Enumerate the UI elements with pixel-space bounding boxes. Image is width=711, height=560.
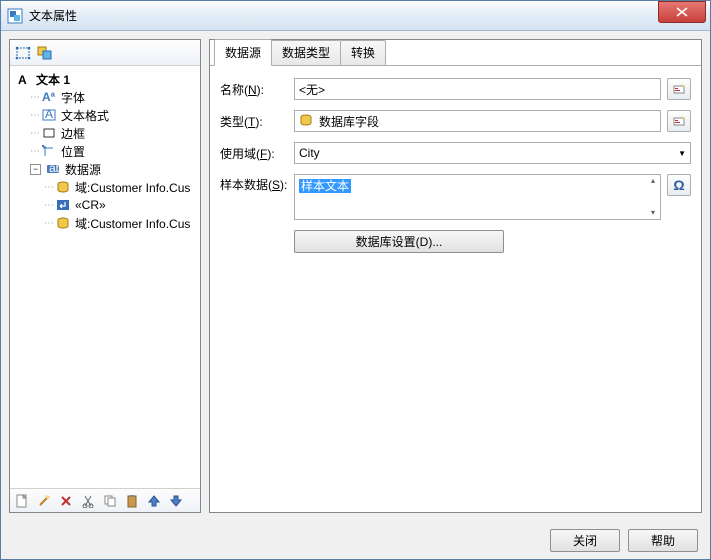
tab-datasource[interactable]: 数据源 [214, 39, 272, 66]
copy-icon[interactable] [102, 493, 118, 509]
tree-label: «CR» [75, 198, 106, 212]
db-icon [55, 216, 71, 230]
form: 名称(N): <无> 类型(T): 数据库字段 [210, 66, 701, 265]
omega-button[interactable]: Ω [667, 174, 691, 196]
tree-node-position[interactable]: ⋯ 位置 [12, 142, 198, 160]
new-icon[interactable] [14, 493, 30, 509]
down-icon[interactable] [168, 493, 184, 509]
close-button[interactable] [658, 1, 706, 23]
font-icon: Aª [41, 90, 57, 104]
type-picker-button[interactable] [667, 110, 691, 132]
tree-label: 域:Customer Info.Cus [75, 179, 190, 196]
bottom-toolbar [10, 488, 200, 512]
content: A 文本 1 ⋯ Aª 字体 ⋯ A 文本格式 ⋯ 边框 [1, 31, 710, 521]
position-icon [41, 144, 57, 158]
type-input[interactable]: 数据库字段 [294, 110, 661, 132]
tab-transform[interactable]: 转换 [340, 40, 386, 65]
db-settings-button[interactable]: 数据库设置(D)... [294, 230, 504, 253]
tree-root-label: 文本 1 [36, 71, 70, 88]
textformat-icon: A [41, 108, 57, 122]
dropdown-icon: ▼ [678, 149, 686, 158]
tree-label: 域:Customer Info.Cus [75, 215, 190, 232]
tree-node-cr[interactable]: ⋯ «CR» [12, 196, 198, 214]
right-panel: 数据源 数据类型 转换 名称(N): <无> 类型(T): [209, 39, 702, 513]
tree-node-font[interactable]: ⋯ Aª 字体 [12, 88, 198, 106]
tree-node-border[interactable]: ⋯ 边框 [12, 124, 198, 142]
left-panel: A 文本 1 ⋯ Aª 字体 ⋯ A 文本格式 ⋯ 边框 [9, 39, 201, 513]
textarea-scroll[interactable]: ▴▾ [648, 177, 658, 217]
objects-icon[interactable] [36, 44, 54, 62]
tree-label: 边框 [61, 125, 85, 142]
cr-icon [55, 198, 71, 212]
tree-node-textformat[interactable]: ⋯ A 文本格式 [12, 106, 198, 124]
name-picker-button[interactable] [667, 78, 691, 100]
svg-text:A: A [45, 109, 53, 121]
tree-root[interactable]: A 文本 1 [12, 70, 198, 88]
tree-label: 字体 [61, 89, 85, 106]
sample-label: 样本数据(S): [220, 174, 294, 193]
name-input[interactable]: <无> [294, 78, 661, 100]
svg-text:ab: ab [49, 163, 60, 175]
tree-dots: ⋯ [30, 92, 39, 103]
tree: A 文本 1 ⋯ Aª 字体 ⋯ A 文本格式 ⋯ 边框 [10, 66, 200, 488]
tabs: 数据源 数据类型 转换 [210, 40, 701, 66]
name-label: 名称(N): [220, 81, 294, 98]
wand-icon[interactable] [36, 493, 52, 509]
type-label: 类型(T): [220, 113, 294, 130]
tree-node-datasource[interactable]: − ab 数据源 [12, 160, 198, 178]
tree-node-field2[interactable]: ⋯ 域:Customer Info.Cus [12, 214, 198, 232]
left-toolbar [10, 40, 200, 66]
tree-label: 位置 [61, 143, 85, 160]
tree-node-field1[interactable]: ⋯ 域:Customer Info.Cus [12, 178, 198, 196]
svg-text:Aª: Aª [42, 91, 56, 103]
close-dialog-button[interactable]: 关闭 [550, 529, 620, 552]
tree-label: 文本格式 [61, 107, 109, 124]
tab-datatype[interactable]: 数据类型 [271, 40, 341, 65]
delete-icon[interactable] [58, 493, 74, 509]
sample-textarea[interactable]: 样本文本 ▴▾ [294, 174, 661, 220]
datasource-icon: ab [45, 162, 61, 176]
titlebar: 文本属性 [1, 1, 710, 31]
db-small-icon [299, 114, 315, 128]
help-button[interactable]: 帮助 [628, 529, 698, 552]
border-icon [41, 126, 57, 140]
footer: 关闭 帮助 [1, 521, 710, 559]
up-icon[interactable] [146, 493, 162, 509]
paste-icon[interactable] [124, 493, 140, 509]
db-icon [55, 180, 71, 194]
app-icon [7, 8, 23, 24]
field-combo[interactable]: City ▼ [294, 142, 691, 164]
collapse-icon[interactable]: − [30, 164, 41, 175]
select-icon[interactable] [14, 44, 32, 62]
tree-label: 数据源 [65, 161, 101, 178]
field-label: 使用域(F): [220, 145, 294, 162]
svg-text:A: A [18, 73, 27, 86]
window: 文本属性 A 文本 1 ⋯ Aª [0, 0, 711, 560]
cut-icon[interactable] [80, 493, 96, 509]
text-a-icon: A [16, 72, 32, 86]
window-title: 文本属性 [29, 7, 658, 24]
